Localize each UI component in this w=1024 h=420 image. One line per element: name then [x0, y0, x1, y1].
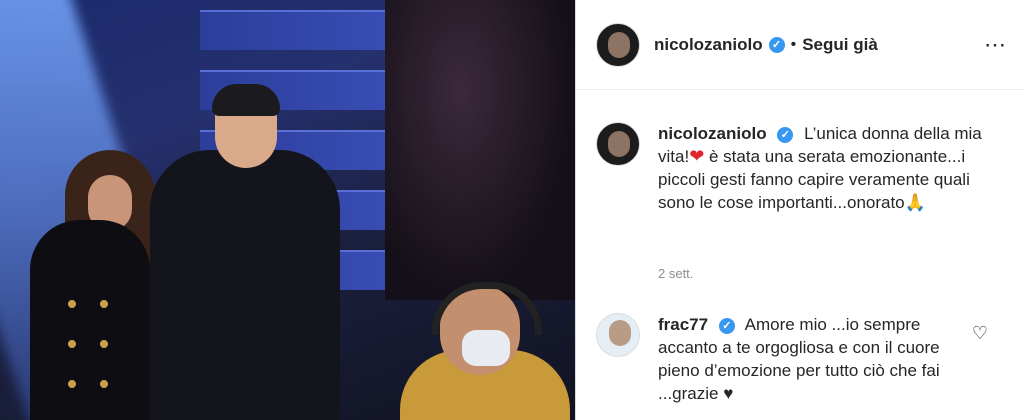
caption-username[interactable]: nicolozaniolo	[658, 124, 767, 143]
caption: nicolozaniolo ✓ L’unica donna della mia …	[596, 122, 988, 214]
red-heart-icon: ❤	[689, 146, 705, 166]
separator-dot: •	[790, 35, 797, 53]
instagram-post: nicolozaniolo ✓ • Segui già ⋯ nicolozani…	[0, 0, 1024, 420]
heart-like-icon[interactable]: ♡	[972, 323, 988, 344]
post-photo[interactable]	[0, 0, 575, 420]
man-hair	[212, 84, 280, 116]
follow-button[interactable]: Segui già	[802, 35, 878, 55]
post-header: nicolozaniolo ✓ • Segui già ⋯	[576, 0, 1024, 90]
face-mask	[462, 330, 510, 366]
verified-badge-icon: ✓	[718, 317, 735, 334]
author-username[interactable]: nicolozaniolo	[654, 35, 763, 55]
comment-body: frac77 ✓ Amore mio ...io sempre accanto …	[658, 313, 958, 405]
post-timestamp[interactable]: 2 sett.	[658, 266, 693, 281]
caption-body: nicolozaniolo ✓ L’unica donna della mia …	[658, 122, 988, 214]
author-avatar[interactable]	[596, 22, 640, 67]
audience	[385, 0, 575, 300]
post-side-panel: nicolozaniolo ✓ • Segui già ⋯ nicolozani…	[575, 0, 1024, 420]
comment-username[interactable]: frac77	[658, 315, 708, 334]
man-figure	[150, 150, 340, 420]
verified-badge-icon: ✓	[777, 126, 794, 143]
verified-badge-icon: ✓	[768, 36, 785, 53]
woman-figure	[30, 220, 150, 420]
caption-avatar[interactable]	[596, 122, 640, 166]
more-options-icon[interactable]: ⋯	[984, 33, 1008, 56]
comment-item: frac77 ✓ Amore mio ...io sempre accanto …	[596, 313, 958, 405]
comment-avatar[interactable]	[596, 313, 640, 357]
praying-hands-icon: 🙏	[904, 193, 926, 212]
